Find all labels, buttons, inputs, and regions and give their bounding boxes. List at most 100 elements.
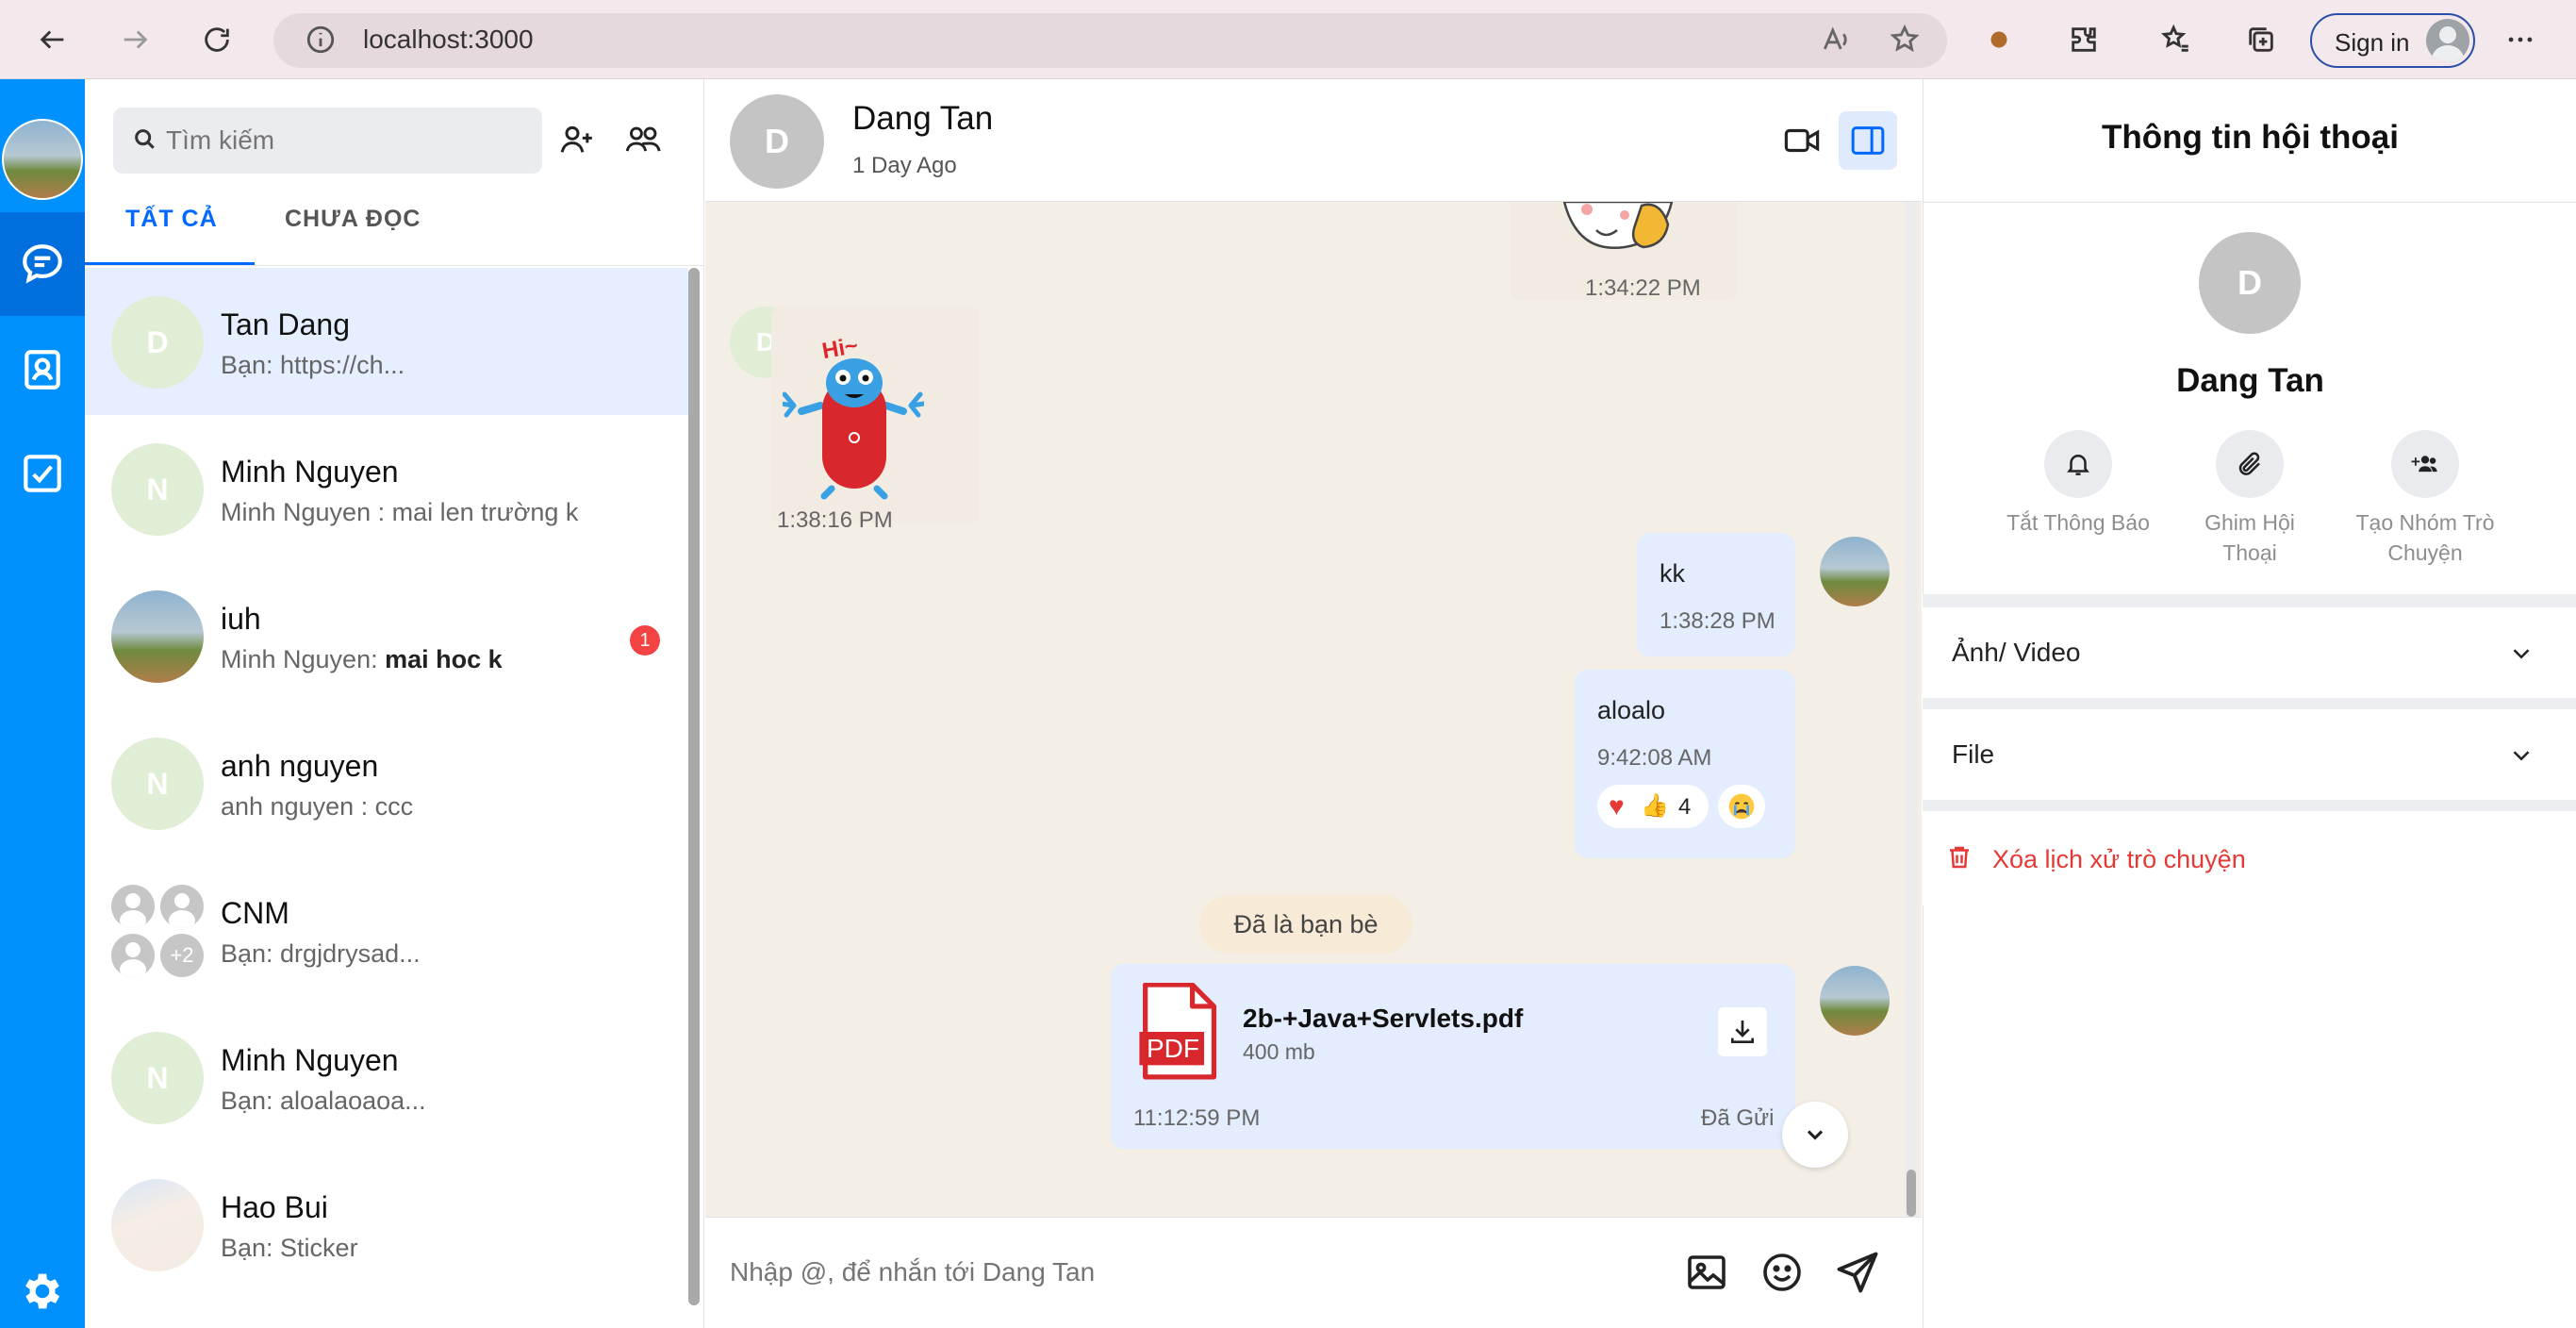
sticker-image xyxy=(783,358,924,500)
user-avatar[interactable] xyxy=(2,119,83,200)
media-section-label: Ảnh/ Video xyxy=(1952,638,2081,667)
add-favorite-icon[interactable] xyxy=(1878,13,1931,66)
chevron-down-icon xyxy=(2513,649,2530,659)
conversation-item[interactable]: D Tan Dang Bạn: https://ch... xyxy=(85,268,688,415)
delete-history-button[interactable]: Xóa lịch xử trò chuyện xyxy=(1923,811,2576,905)
search-input[interactable] xyxy=(166,119,524,162)
profile-icon xyxy=(2426,19,2469,62)
mute-notifications-button[interactable] xyxy=(2044,430,2112,498)
nav-messages[interactable] xyxy=(0,212,85,316)
message-time: 9:42:08 AM xyxy=(1597,745,1712,771)
heart-icon: ♥ xyxy=(1609,791,1625,821)
media-section-header[interactable]: Ảnh/ Video xyxy=(1923,607,2576,698)
avatar: N xyxy=(111,738,204,830)
message-list-scroll-thumb[interactable] xyxy=(1907,1170,1916,1217)
send-icon[interactable] xyxy=(1833,1248,1882,1297)
reaction-summary[interactable]: ♥ 👍 4 xyxy=(1597,785,1709,828)
conversation-list-scrollbar[interactable] xyxy=(688,268,700,1305)
scroll-to-bottom-button[interactable] xyxy=(1782,1102,1848,1168)
tab-all[interactable]: TẤT CẢ xyxy=(125,206,218,233)
read-aloud-icon[interactable] xyxy=(1810,13,1863,66)
conversation-item[interactable]: +2 CNM Bạn: drgjdrysad... xyxy=(85,856,688,1004)
back-icon[interactable] xyxy=(26,13,79,66)
side-panel-icon xyxy=(1851,126,1885,155)
friend-notice-text: Đã là bạn bè xyxy=(1233,909,1379,938)
crying-face-icon xyxy=(1728,793,1755,820)
tab-unread[interactable]: CHƯA ĐỌC xyxy=(285,206,421,233)
sticker-message: 1:34:22 PM xyxy=(1511,202,1738,301)
reload-icon[interactable] xyxy=(190,13,243,66)
create-group-chat-label: Tạo Nhóm Trò Chuyện xyxy=(2355,510,2495,565)
nav-contacts[interactable] xyxy=(0,318,85,422)
pdf-file-icon xyxy=(1139,983,1217,1080)
conversation-name: Minh Nguyen xyxy=(221,455,399,489)
message-time: 1:34:22 PM xyxy=(1585,275,1701,301)
pdf-label: PDF xyxy=(1147,1034,1199,1063)
download-button[interactable] xyxy=(1718,1007,1767,1056)
conversation-item[interactable]: N Minh Nguyen Minh Nguyen : mai len trườ… xyxy=(85,415,688,562)
file-section-label: File xyxy=(1952,739,1995,769)
forward-icon[interactable] xyxy=(108,13,161,66)
extensions-puzzle-icon[interactable] xyxy=(2057,13,2110,66)
gear-icon xyxy=(25,1273,60,1309)
collections-icon[interactable] xyxy=(2235,13,2287,66)
avatar: N xyxy=(111,443,204,536)
create-group-icon[interactable] xyxy=(624,121,664,158)
more-options-icon[interactable] xyxy=(2494,13,2547,66)
message-bubble[interactable]: aloalo 9:42:08 AM ♥ 👍 4 xyxy=(1575,670,1795,858)
sign-in-button[interactable]: Sign in xyxy=(2310,13,2475,68)
conversation-preview: Minh Nguyen: mai hoc k xyxy=(221,645,503,674)
tabs-divider xyxy=(85,265,704,266)
file-size: 400 mb xyxy=(1243,1039,1315,1064)
add-friend-icon[interactable] xyxy=(558,121,596,158)
url-text[interactable]: localhost:3000 xyxy=(363,25,534,55)
thumbs-up-icon: 👍 xyxy=(1641,793,1669,819)
message-input[interactable] xyxy=(730,1246,1626,1299)
file-message[interactable]: PDF 2b-+Java+Servlets.pdf 400 mb 11:12:5… xyxy=(1111,964,1795,1149)
chevron-down-icon xyxy=(2513,751,2530,761)
conversation-preview: anh nguyen : ccc xyxy=(221,792,414,821)
chat-bubble-icon xyxy=(23,244,62,284)
message-bubble[interactable]: kk 1:38:28 PM xyxy=(1637,533,1795,656)
file-section-header[interactable]: File xyxy=(1923,709,2576,800)
conversation-preview: Minh Nguyen : mai len trường k xyxy=(221,498,579,526)
nav-todo[interactable] xyxy=(0,422,85,525)
favorites-icon[interactable] xyxy=(2150,13,2203,66)
browser-toolbar: localhost:3000 Sign in xyxy=(0,0,2576,79)
message-time: 11:12:59 PM xyxy=(1133,1105,1261,1131)
toggle-info-panel-button[interactable] xyxy=(1839,111,1897,170)
message-list-scrollbar[interactable] xyxy=(1905,202,1918,1217)
conversation-preview: Bạn: aloalaoaoa... xyxy=(221,1087,426,1115)
chat-avatar[interactable]: D xyxy=(730,94,824,189)
conversation-item[interactable]: iuh Minh Nguyen: mai hoc k 1 xyxy=(85,562,688,709)
message-time: 1:38:16 PM xyxy=(777,507,893,533)
info-name: Dang Tan xyxy=(2176,362,2324,399)
conversation-item[interactable]: N Minh Nguyen Bạn: aloalaoaoa... xyxy=(85,1004,688,1151)
file-name[interactable]: 2b-+Java+Servlets.pdf xyxy=(1243,1004,1523,1034)
pin-conversation-button[interactable] xyxy=(2216,430,2284,498)
conversation-item[interactable]: Hao Bui Bạn: Sticker xyxy=(85,1151,688,1298)
conversation-item[interactable]: N anh nguyen anh nguyen : ccc xyxy=(85,709,688,856)
conversation-preview: Bạn: https://ch... xyxy=(221,351,405,379)
video-call-icon[interactable] xyxy=(1782,121,1822,160)
avatar: N xyxy=(111,1032,204,1124)
my-avatar xyxy=(1820,966,1890,1036)
chat-title: Dang Tan xyxy=(852,100,994,137)
image-icon[interactable] xyxy=(1684,1250,1729,1295)
download-icon xyxy=(1731,1021,1754,1043)
info-avatar[interactable]: D xyxy=(2199,232,2301,334)
avatar xyxy=(111,1179,204,1271)
site-info-icon[interactable] xyxy=(294,13,347,66)
conversation-preview: Bạn: drgjdrysad... xyxy=(221,939,421,968)
nav-settings[interactable] xyxy=(0,1239,85,1328)
group-avatar: +2 xyxy=(111,885,206,979)
create-group-chat-button[interactable] xyxy=(2391,430,2459,498)
extension-icon[interactable] xyxy=(1973,13,2025,66)
message-list: 1:34:22 PM D Hi~ 1:38:16 PM kk 1:38:28 P… xyxy=(705,202,1922,1217)
emoji-icon[interactable] xyxy=(1759,1250,1805,1295)
search-box[interactable] xyxy=(113,108,542,174)
mute-notifications-label: Tắt Thông Báo xyxy=(2006,510,2150,535)
member-icon xyxy=(160,885,204,928)
add-reaction-button[interactable] xyxy=(1718,785,1765,828)
nav-rail xyxy=(0,79,85,1328)
